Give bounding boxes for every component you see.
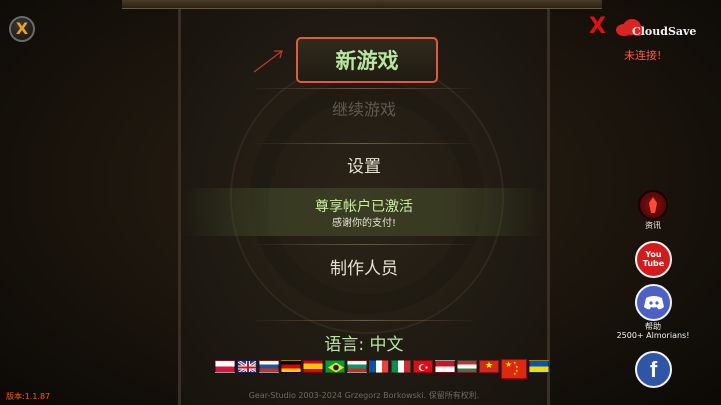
flag-vn[interactable]: ★: [479, 360, 499, 373]
version-label: 版本:1.1.87: [6, 392, 51, 401]
flag-it[interactable]: [391, 360, 411, 373]
menu-divider: [250, 88, 478, 89]
cloud-status: 未连接!: [624, 49, 662, 62]
almorians-count: 2500+ Almorians!: [616, 331, 690, 340]
flag-de[interactable]: [281, 360, 301, 373]
credits-button[interactable]: 制作人员: [180, 254, 548, 279]
discord-button[interactable]: [635, 284, 672, 321]
new-game-button[interactable]: 新游戏: [296, 37, 438, 83]
account-status-subtitle: 感谢你的支付!: [331, 218, 396, 229]
facebook-icon: f: [649, 356, 658, 382]
discord-icon: [643, 295, 664, 309]
cloud-disabled-x-icon: X: [589, 14, 606, 39]
news-label: 资讯: [645, 221, 661, 230]
flag-cn[interactable]: ★ ★ ★ ★ ★: [501, 359, 527, 379]
flag-br[interactable]: [325, 360, 345, 373]
flag-tr[interactable]: [413, 360, 433, 373]
language-flags: ★ ★ ★ ★ ★ ★: [215, 359, 549, 379]
facebook-button[interactable]: f: [635, 351, 672, 388]
settings-button[interactable]: 设置: [180, 152, 548, 177]
flag-ru[interactable]: [259, 360, 279, 373]
cloudsave-title[interactable]: CloudSave: [632, 25, 696, 38]
account-status-title: 尊享帐户已激活: [315, 199, 413, 215]
top-frame-bar: [122, 0, 602, 9]
flag-pl[interactable]: [215, 360, 235, 373]
close-icon: X: [15, 19, 29, 38]
flag-es[interactable]: [303, 360, 323, 373]
flag-id[interactable]: [435, 360, 455, 373]
menu-divider: [250, 320, 478, 321]
language-button[interactable]: 语言: 中文: [180, 330, 548, 355]
continue-game-button[interactable]: 继续游戏: [180, 96, 548, 120]
flag-hu[interactable]: [457, 360, 477, 373]
arrow-icon: [253, 50, 283, 73]
youtube-icon: You Tube: [642, 249, 665, 268]
menu-divider: [250, 244, 478, 245]
youtube-button[interactable]: You Tube: [635, 241, 672, 278]
flag-ua[interactable]: [529, 360, 549, 373]
flag-gb[interactable]: [237, 360, 257, 373]
news-icon: [649, 197, 657, 213]
flag-fr[interactable]: [369, 360, 389, 373]
close-button[interactable]: X: [9, 16, 35, 42]
menu-divider: [250, 143, 478, 144]
flag-bg[interactable]: [347, 360, 367, 373]
news-button[interactable]: [638, 190, 668, 220]
copyright-footer: Gear-Studio 2003-2024 Grzegorz Borkowski…: [248, 391, 480, 400]
